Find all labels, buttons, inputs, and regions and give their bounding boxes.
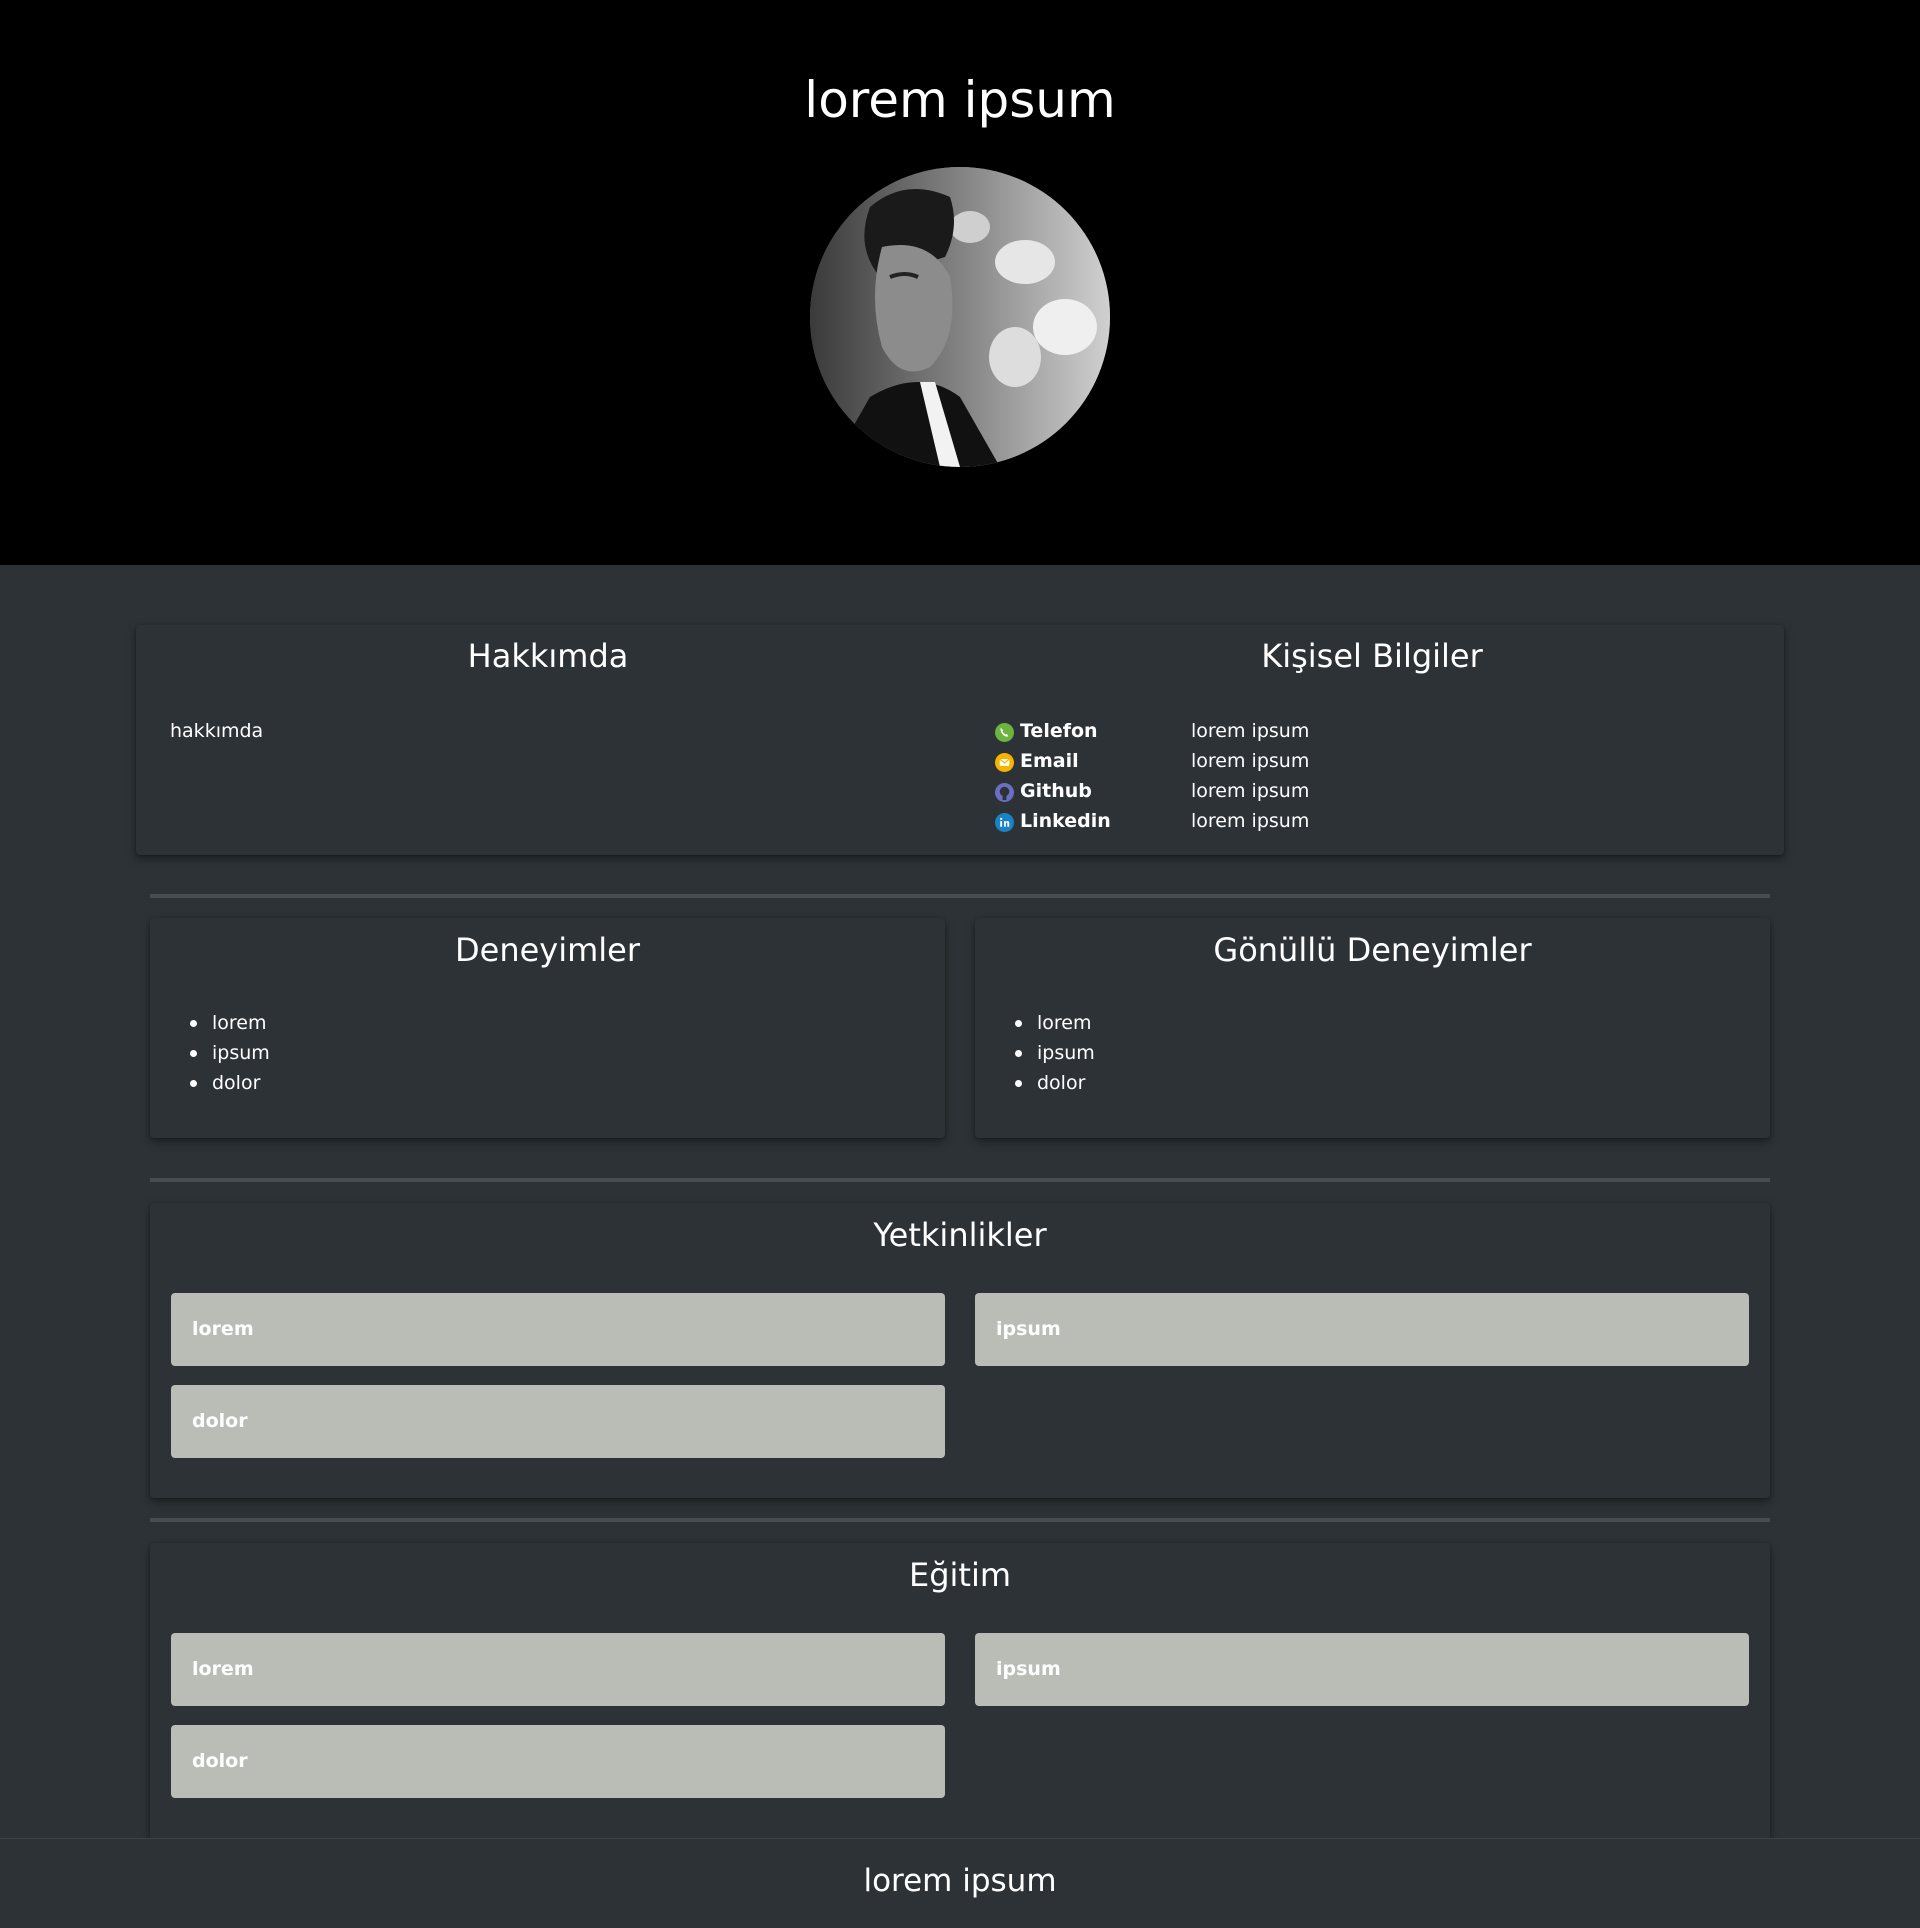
list-item: dolor <box>190 1068 270 1098</box>
list-item: ipsum <box>190 1038 270 1068</box>
about-title: Hakkımda <box>467 637 629 675</box>
email-icon <box>995 753 1014 772</box>
experience-title: Deneyimler <box>454 931 641 969</box>
volunteer-list: lorem ipsum dolor <box>1015 1008 1095 1098</box>
experience-list: lorem ipsum dolor <box>190 1008 270 1098</box>
info-row-phone: Telefon lorem ipsum <box>995 716 1395 746</box>
info-row-email: Email lorem ipsum <box>995 746 1395 776</box>
personal-info-title: Kişisel Bilgiler <box>1261 637 1483 675</box>
info-value: lorem ipsum <box>1191 780 1310 802</box>
info-value: lorem ipsum <box>1191 720 1310 742</box>
info-row-github: Github lorem ipsum <box>995 776 1395 806</box>
linkedin-icon <box>995 813 1014 832</box>
info-label: Linkedin <box>1020 810 1111 832</box>
about-text: hakkımda <box>170 720 264 742</box>
github-icon <box>995 783 1014 802</box>
list-item: lorem <box>190 1008 270 1038</box>
education-title: Eğitim <box>908 1556 1012 1594</box>
info-label: Telefon <box>1020 720 1098 742</box>
footer-text: lorem ipsum <box>863 1863 1057 1899</box>
phone-icon <box>995 723 1014 742</box>
section-divider <box>150 894 1770 898</box>
list-item: dolor <box>1015 1068 1095 1098</box>
info-row-linkedin: Linkedin lorem ipsum <box>995 806 1395 836</box>
skills-title: Yetkinlikler <box>873 1216 1047 1254</box>
page-footer: lorem ipsum <box>0 1838 1920 1928</box>
skill-tile: dolor <box>171 1385 945 1458</box>
skill-tile: lorem <box>171 1293 945 1366</box>
profile-photo <box>810 167 1110 467</box>
education-tile: ipsum <box>975 1633 1749 1706</box>
education-tile: lorem <box>171 1633 945 1706</box>
page-title: lorem ipsum <box>804 71 1116 129</box>
avatar <box>810 167 1110 467</box>
education-tile: dolor <box>171 1725 945 1798</box>
list-item: ipsum <box>1015 1038 1095 1068</box>
info-value: lorem ipsum <box>1191 810 1310 832</box>
info-label: Github <box>1020 780 1092 802</box>
skill-tile: ipsum <box>975 1293 1749 1366</box>
page-header: lorem ipsum <box>0 0 1920 565</box>
info-value: lorem ipsum <box>1191 750 1310 772</box>
list-item: lorem <box>1015 1008 1095 1038</box>
volunteer-title: Gönüllü Deneyimler <box>1213 931 1532 969</box>
section-divider <box>150 1178 1770 1182</box>
info-label: Email <box>1020 750 1079 772</box>
section-divider <box>150 1518 1770 1522</box>
